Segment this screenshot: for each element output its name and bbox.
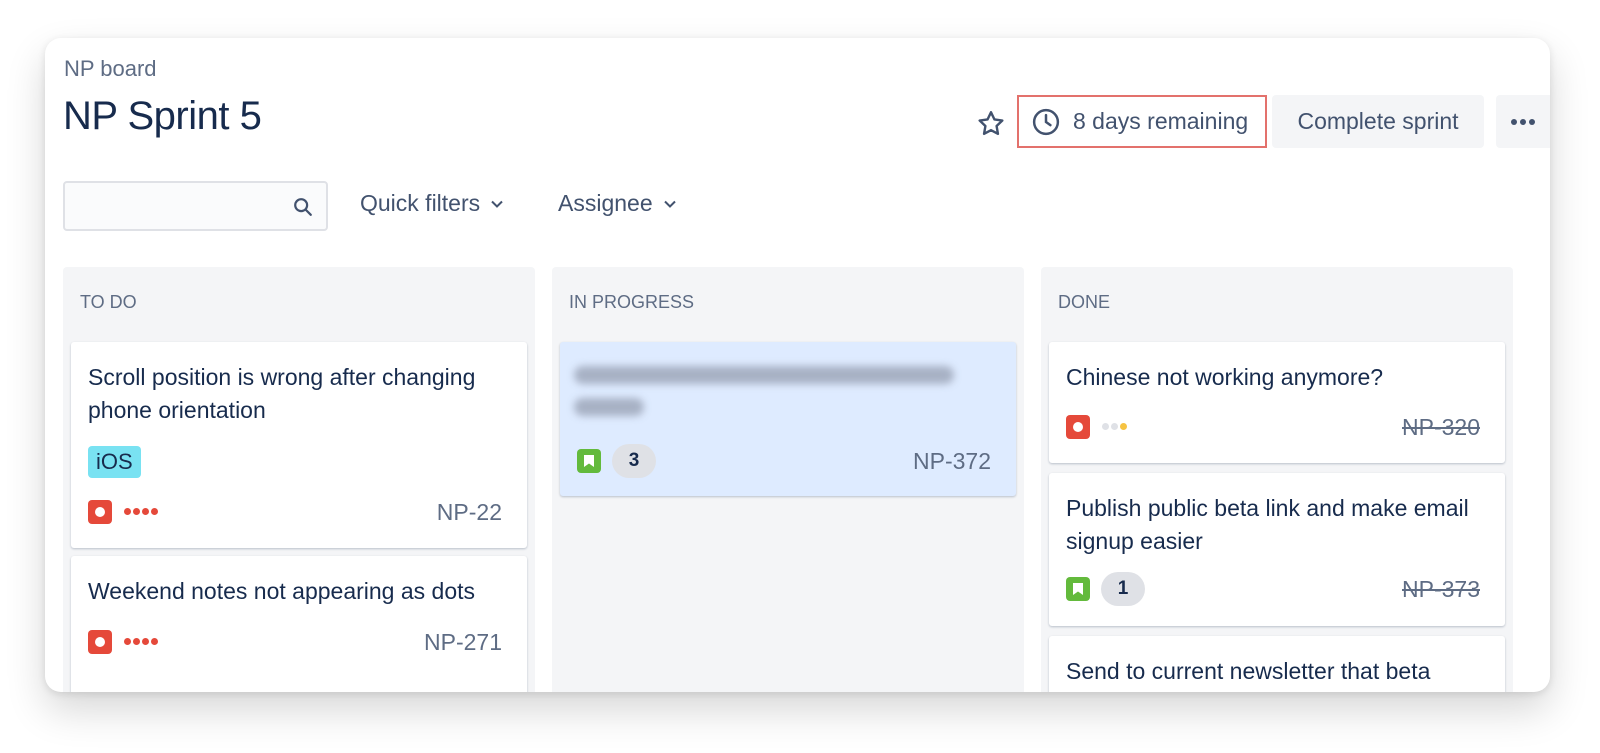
issue-key[interactable]: NP-320 — [1402, 414, 1480, 441]
issue-key[interactable]: NP-373 — [1402, 576, 1480, 603]
issue-key[interactable]: NP-22 — [437, 499, 502, 526]
more-icon-dot — [1529, 118, 1535, 125]
breadcrumb[interactable]: NP board — [64, 56, 157, 82]
issue-card[interactable]: Send to current newsletter that beta — [1049, 636, 1505, 692]
page-title: NP Sprint 5 — [63, 94, 262, 138]
days-remaining-text: 8 days remaining — [1073, 108, 1249, 134]
column-header: IN PROGRESS — [569, 292, 695, 312]
clock-icon — [1032, 108, 1060, 135]
bug-icon — [1066, 415, 1090, 439]
assignee-dropdown[interactable]: Assignee — [558, 190, 677, 217]
card-title: Publish public beta link and make email … — [1066, 495, 1469, 554]
more-actions-button[interactable] — [1496, 95, 1550, 148]
search-input[interactable] — [63, 181, 328, 231]
chevron-down-icon — [491, 200, 503, 208]
card-title: Chinese not working anymore? — [1066, 364, 1384, 390]
label-badge: iOS — [88, 446, 141, 478]
column-in-progress: IN PROGRESS 3 NP-372 — [552, 267, 1024, 692]
column-todo: TO DO Scroll position is wrong after cha… — [63, 267, 535, 692]
quick-filters-label: Quick filters — [360, 190, 481, 216]
story-icon — [1066, 577, 1090, 601]
priority-low-icon — [1102, 423, 1129, 430]
issue-card[interactable]: Scroll position is wrong after changing … — [71, 342, 527, 548]
star-icon[interactable] — [975, 108, 1007, 140]
search-icon — [294, 198, 312, 216]
column-header: TO DO — [80, 292, 137, 312]
quick-filters-dropdown[interactable]: Quick filters — [360, 190, 504, 217]
issue-card[interactable]: Chinese not working anymore? NP-320 — [1049, 342, 1505, 463]
board-window: NP board NP Sprint 5 8 days remaining Co… — [45, 38, 1550, 692]
issue-card[interactable]: Publish public beta link and make email … — [1049, 473, 1505, 626]
story-points-badge: 1 — [1101, 572, 1145, 606]
issue-card[interactable]: 3 NP-372 — [560, 342, 1016, 496]
card-title: Weekend notes not appearing as dots — [88, 578, 476, 604]
issue-key[interactable]: NP-372 — [913, 448, 991, 475]
card-title: Scroll position is wrong after changing … — [88, 364, 476, 423]
column-done: DONE Chinese not working anymore? NP-320… — [1041, 267, 1513, 692]
days-remaining: 8 days remaining — [1017, 95, 1267, 148]
issue-card[interactable]: Weekend notes not appearing as dots NP-2… — [71, 556, 527, 692]
bug-icon — [88, 500, 112, 524]
priority-highest-icon — [124, 508, 160, 515]
story-icon — [577, 449, 601, 473]
assignee-label: Assignee — [558, 190, 653, 216]
story-points-badge: 3 — [612, 444, 656, 478]
priority-highest-icon — [124, 638, 160, 645]
more-icon-dot — [1520, 118, 1526, 125]
column-header: DONE — [1058, 292, 1111, 312]
chevron-down-icon — [663, 200, 676, 208]
card-title: Send to current newsletter that beta — [1066, 658, 1431, 684]
redacted-title — [574, 366, 954, 430]
complete-sprint-button[interactable]: Complete sprint — [1272, 95, 1484, 148]
issue-key[interactable]: NP-271 — [424, 629, 502, 656]
bug-icon — [88, 630, 112, 654]
more-icon-dot — [1511, 118, 1517, 125]
